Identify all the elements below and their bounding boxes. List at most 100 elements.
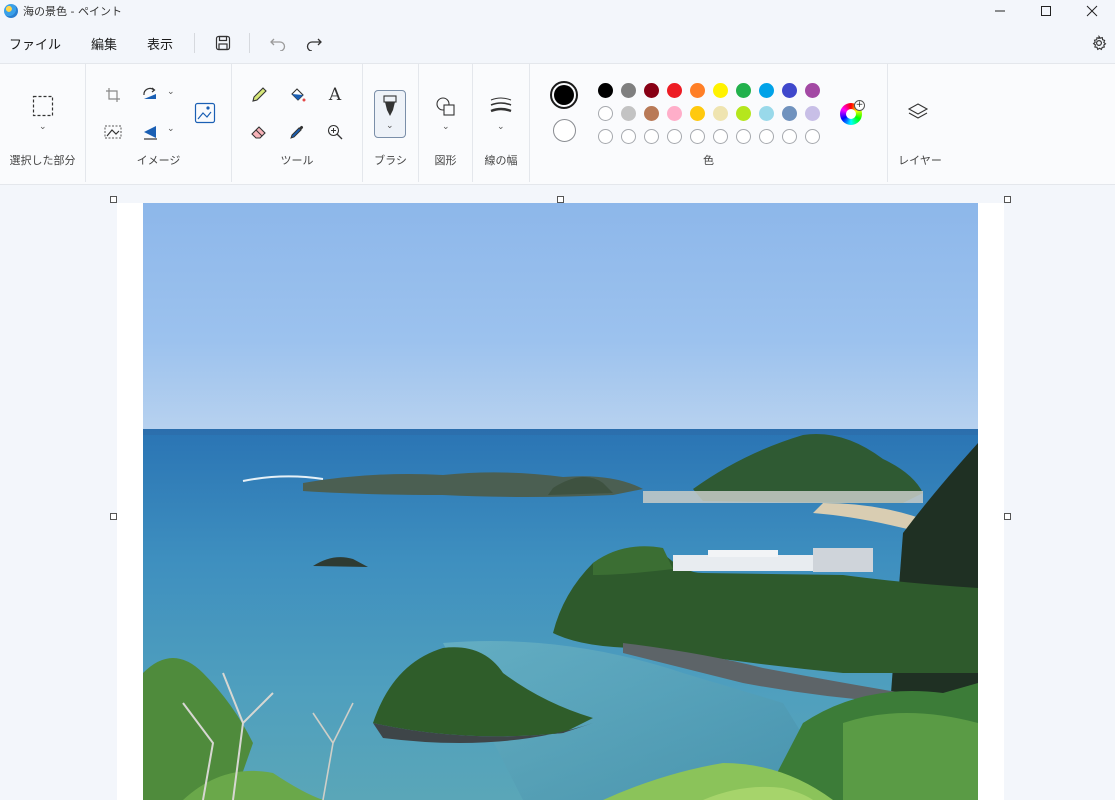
layers-button[interactable] xyxy=(904,99,932,127)
resize-handle-top[interactable] xyxy=(557,196,564,203)
zoom-in-icon xyxy=(327,124,343,140)
color-swatch[interactable] xyxy=(736,106,751,121)
color-swatch[interactable] xyxy=(782,106,797,121)
primary-color[interactable] xyxy=(550,81,578,109)
stroke-size-button[interactable] xyxy=(487,92,515,120)
custom-color-slot[interactable] xyxy=(759,129,774,144)
layers-group: レイヤー xyxy=(888,64,952,182)
resize-image-button[interactable] xyxy=(99,118,127,146)
color-swatch[interactable] xyxy=(644,106,659,121)
window-controls xyxy=(977,0,1115,22)
primary-color-swatch xyxy=(554,85,574,105)
custom-color-slot[interactable] xyxy=(667,129,682,144)
shapes-label: 図形 xyxy=(434,154,457,167)
color-swatch[interactable] xyxy=(805,83,820,98)
minimize-icon xyxy=(995,10,1005,12)
brush-group: ⌄ ブラシ xyxy=(363,64,419,182)
layers-icon xyxy=(907,103,929,119)
select-button[interactable] xyxy=(29,92,57,120)
chevron-down-icon[interactable]: ⌄ xyxy=(167,124,175,134)
color-swatch[interactable] xyxy=(598,106,613,121)
color-swatch[interactable] xyxy=(713,106,728,121)
custom-color-slot[interactable] xyxy=(805,129,820,144)
color-swatch[interactable] xyxy=(690,83,705,98)
color-swatch[interactable] xyxy=(621,83,636,98)
color-swatch[interactable] xyxy=(667,83,682,98)
tools-label: ツール xyxy=(280,154,314,167)
chevron-down-icon[interactable]: ⌄ xyxy=(497,122,505,132)
redo-button[interactable] xyxy=(303,32,325,54)
save-icon xyxy=(215,35,231,51)
add-color-icon: + xyxy=(854,100,865,111)
crop-button[interactable] xyxy=(99,81,127,109)
color-swatch[interactable] xyxy=(644,83,659,98)
minimize-button[interactable] xyxy=(977,0,1023,22)
eraser-icon xyxy=(251,126,266,139)
chevron-down-icon[interactable]: ⌄ xyxy=(167,87,175,97)
custom-color-slot[interactable] xyxy=(782,129,797,144)
custom-color-slot[interactable] xyxy=(736,129,751,144)
paint-app-icon xyxy=(4,4,18,18)
maximize-button[interactable] xyxy=(1023,0,1069,22)
color-picker-button[interactable] xyxy=(283,118,311,146)
stroke-label: 線の幅 xyxy=(484,154,518,167)
chevron-down-icon[interactable]: ⌄ xyxy=(39,122,47,132)
settings-button[interactable] xyxy=(1088,32,1110,54)
pencil-button[interactable] xyxy=(245,81,273,109)
line-width-icon xyxy=(490,97,512,113)
chevron-down-icon: ⌄ xyxy=(386,121,394,131)
menu-divider xyxy=(249,33,251,53)
magnifier-button[interactable] xyxy=(321,118,349,146)
gear-icon xyxy=(1092,35,1107,51)
menu-edit[interactable]: 編集 xyxy=(74,34,130,53)
save-button[interactable] xyxy=(212,32,234,54)
custom-color-slot[interactable] xyxy=(713,129,728,144)
color-swatch[interactable] xyxy=(736,83,751,98)
edit-colors-button[interactable]: + xyxy=(840,100,865,125)
color-swatch[interactable] xyxy=(782,83,797,98)
fill-button[interactable] xyxy=(283,81,311,109)
menu-view[interactable]: 表示 xyxy=(130,34,186,53)
resize-handle-top-right[interactable] xyxy=(1004,196,1011,203)
title-bar: 海の景色 - ペイント xyxy=(0,0,1115,22)
custom-color-slot[interactable] xyxy=(644,129,659,144)
chevron-down-icon[interactable]: ⌄ xyxy=(442,122,450,132)
paint-bucket-icon xyxy=(291,88,306,102)
custom-color-slot[interactable] xyxy=(621,129,636,144)
color-swatch[interactable] xyxy=(667,106,682,121)
text-tool-icon: A xyxy=(328,85,342,105)
flip-button[interactable] xyxy=(136,118,164,146)
eraser-button[interactable] xyxy=(245,118,273,146)
resize-handle-left[interactable] xyxy=(110,513,117,520)
image-generate-button[interactable] xyxy=(191,99,219,127)
undo-button[interactable] xyxy=(267,32,289,54)
color-swatch[interactable] xyxy=(713,83,728,98)
shapes-icon xyxy=(436,97,455,116)
color-swatch[interactable] xyxy=(598,83,613,98)
secondary-color[interactable] xyxy=(553,119,576,142)
background-removal-icon xyxy=(104,125,122,139)
menu-file[interactable]: ファイル xyxy=(0,34,74,53)
menu-bar: ファイル 編集 表示 xyxy=(0,26,1115,60)
color-swatch[interactable] xyxy=(621,106,636,121)
selection-label: 選択した部分 xyxy=(9,154,76,167)
undo-icon xyxy=(270,38,286,51)
brush-button[interactable]: ⌄ xyxy=(374,90,406,138)
close-icon xyxy=(1086,5,1098,17)
shapes-button[interactable] xyxy=(432,92,460,120)
color-swatch[interactable] xyxy=(805,106,820,121)
text-button[interactable]: A xyxy=(321,81,349,109)
color-wheel-center xyxy=(846,109,856,119)
custom-color-slot[interactable] xyxy=(690,129,705,144)
close-button[interactable] xyxy=(1069,0,1115,22)
color-swatch[interactable] xyxy=(759,83,774,98)
rotate-button[interactable] xyxy=(136,81,164,109)
image-resize-icon xyxy=(194,102,216,124)
seascape-image xyxy=(143,203,978,800)
color-swatch[interactable] xyxy=(690,106,705,121)
resize-handle-right[interactable] xyxy=(1004,513,1011,520)
window-title: 海の景色 - ペイント xyxy=(23,5,122,18)
resize-handle-top-left[interactable] xyxy=(110,196,117,203)
custom-color-slot[interactable] xyxy=(598,129,613,144)
color-swatch[interactable] xyxy=(759,106,774,121)
